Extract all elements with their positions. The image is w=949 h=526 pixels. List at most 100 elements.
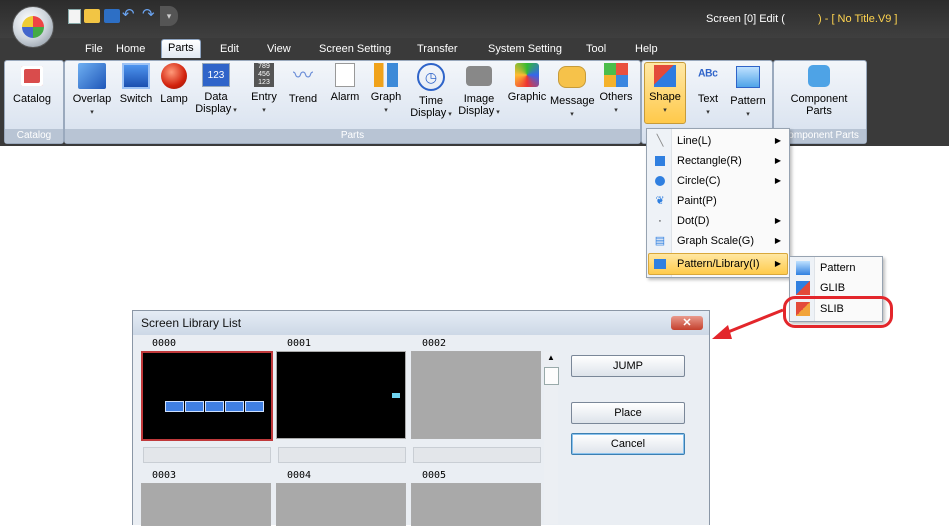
dot-icon: · xyxy=(658,215,662,227)
pattern-icon xyxy=(796,261,810,275)
scrollbar-thumb[interactable] xyxy=(544,367,559,385)
place-button[interactable]: Place xyxy=(571,402,685,424)
message-button[interactable]: Message ▾ xyxy=(550,63,595,121)
graph-scale-icon: ▤ xyxy=(654,235,666,247)
data-display-button[interactable]: 123 Data Display ▾ xyxy=(193,63,239,117)
cancel-button[interactable]: Cancel xyxy=(571,433,685,455)
parts-group-label: Parts xyxy=(65,129,640,143)
thumbnail-0005[interactable] xyxy=(411,483,541,526)
document-title: ) - [ No Title.V9 ] xyxy=(818,13,898,25)
new-file-icon[interactable] xyxy=(68,9,81,24)
submenu-item-glib[interactable]: GLIB xyxy=(792,278,880,298)
graphic-button[interactable]: Graphic xyxy=(506,63,548,103)
catalog-group-label: Catalog xyxy=(5,129,63,143)
tab-help[interactable]: Help xyxy=(629,41,664,58)
jump-button[interactable]: JUMP xyxy=(571,355,685,377)
submenu-item-pattern[interactable]: Pattern xyxy=(792,258,880,278)
overlap-icon xyxy=(78,63,106,89)
switch-button[interactable]: Switch xyxy=(117,63,155,105)
undo-icon[interactable]: ↶ xyxy=(122,5,138,23)
time-display-button[interactable]: ◷ Time Display ▾ xyxy=(410,63,452,121)
thumbnail-label: 0000 xyxy=(152,338,177,349)
thumbnail-0002[interactable] xyxy=(411,351,541,439)
catalog-book-icon xyxy=(21,66,43,86)
catalog-button[interactable]: Catalog xyxy=(8,63,56,105)
quick-access-dropdown-icon[interactable]: ▾ xyxy=(160,6,178,26)
thumbnail-0004[interactable] xyxy=(276,483,406,526)
submenu-arrow-icon: ▶ xyxy=(774,216,781,225)
tab-parts[interactable]: Parts xyxy=(161,39,201,59)
application-menu-button[interactable] xyxy=(12,6,54,48)
alarm-icon xyxy=(335,63,355,87)
slib-highlight-ring xyxy=(783,296,893,328)
others-button[interactable]: Others ▾ xyxy=(596,63,636,117)
line-icon: ╲ xyxy=(656,135,664,147)
tab-tool[interactable]: Tool xyxy=(580,41,612,58)
thumbnail-label: 0003 xyxy=(152,470,177,481)
menu-item-rectangle[interactable]: Rectangle(R) ▶ xyxy=(649,151,787,171)
tab-system-setting[interactable]: System Setting xyxy=(482,41,568,58)
menu-item-dot[interactable]: · Dot(D) ▶ xyxy=(649,211,787,231)
graphic-rainbow-icon xyxy=(515,63,539,87)
entry-button[interactable]: 789 456 123 Entry ▾ xyxy=(248,63,280,117)
blue-key-shape xyxy=(205,401,224,412)
thumbnail-caption xyxy=(143,447,271,463)
tab-transfer[interactable]: Transfer xyxy=(411,41,464,58)
window-title: Screen [0] Edit ( xyxy=(706,13,785,25)
save-icon[interactable] xyxy=(104,9,120,23)
submenu-arrow-icon: ▶ xyxy=(774,259,781,268)
menu-item-pattern-library[interactable]: Pattern/Library(I) ▶ xyxy=(648,253,788,275)
submenu-arrow-icon: ▶ xyxy=(774,176,781,185)
tab-file[interactable]: File xyxy=(79,41,109,58)
submenu-arrow-icon: ▶ xyxy=(774,136,781,145)
tab-screen-setting[interactable]: Screen Setting xyxy=(313,41,397,58)
thumbnail-label: 0004 xyxy=(287,470,312,481)
camera-icon xyxy=(466,66,492,86)
graph-button[interactable]: Graph ▾ xyxy=(368,63,404,117)
trend-icon: 〰 xyxy=(293,65,313,87)
puzzle-icon xyxy=(808,65,830,87)
close-icon[interactable]: ✕ xyxy=(671,316,703,330)
blue-key-shape xyxy=(245,401,264,412)
thumbnail-label: 0001 xyxy=(287,338,312,349)
small-part-shape xyxy=(392,393,400,398)
text-abc-icon: ᴬᴮᶜ xyxy=(698,67,718,84)
thumbnail-0001[interactable] xyxy=(276,351,406,439)
menu-item-line[interactable]: ╲ Line(L) ▶ xyxy=(649,131,787,151)
menu-item-circle[interactable]: Circle(C) ▶ xyxy=(649,171,787,191)
pattern-library-icon xyxy=(654,259,666,269)
component-parts-button[interactable]: Component Parts xyxy=(786,63,852,117)
image-display-button[interactable]: Image Display ▾ xyxy=(456,63,502,119)
dialog-title: Screen Library List xyxy=(141,316,242,330)
redo-icon[interactable]: ↷ xyxy=(142,5,158,23)
tab-view[interactable]: View xyxy=(261,41,297,58)
text-button[interactable]: ᴬᴮᶜ Text ▾ xyxy=(690,63,726,119)
menu-item-paint[interactable]: ❦ Paint(P) xyxy=(649,191,787,211)
message-bubble-icon xyxy=(558,66,586,88)
thumbnail-0003[interactable] xyxy=(141,483,271,526)
menu-item-graph-scale[interactable]: ▤ Graph Scale(G) ▶ xyxy=(649,231,787,251)
overlap-button[interactable]: Overlap ▾ xyxy=(70,63,114,119)
open-folder-icon[interactable] xyxy=(84,9,100,23)
scroll-up-arrow-icon[interactable]: ▲ xyxy=(544,352,558,364)
shape-button[interactable]: Shape ▾ xyxy=(644,62,686,124)
rectangle-icon xyxy=(655,156,665,166)
tab-edit[interactable]: Edit xyxy=(214,41,245,58)
thumbnail-caption xyxy=(278,447,406,463)
graph-icon xyxy=(374,63,398,87)
lamp-icon xyxy=(161,63,187,89)
shape-dropdown-menu: ╲ Line(L) ▶ Rectangle(R) ▶ Circle(C) ▶ ❦ Pa… xyxy=(646,128,790,278)
thumbnail-label: 0005 xyxy=(422,470,447,481)
tab-home[interactable]: Home xyxy=(110,41,151,58)
alarm-button[interactable]: Alarm xyxy=(328,63,362,103)
lamp-button[interactable]: Lamp xyxy=(159,63,189,105)
pattern-button[interactable]: Pattern ▾ xyxy=(728,63,768,121)
trend-button[interactable]: 〰 Trend xyxy=(286,63,320,105)
shape-icon xyxy=(654,65,676,87)
thumbnail-0000[interactable] xyxy=(141,351,273,441)
glib-icon xyxy=(796,281,810,295)
others-icon xyxy=(604,63,628,87)
entry-keypad-icon: 789 456 123 xyxy=(254,63,274,87)
data-display-icon: 123 xyxy=(202,63,230,87)
thumbnail-caption xyxy=(413,447,541,463)
